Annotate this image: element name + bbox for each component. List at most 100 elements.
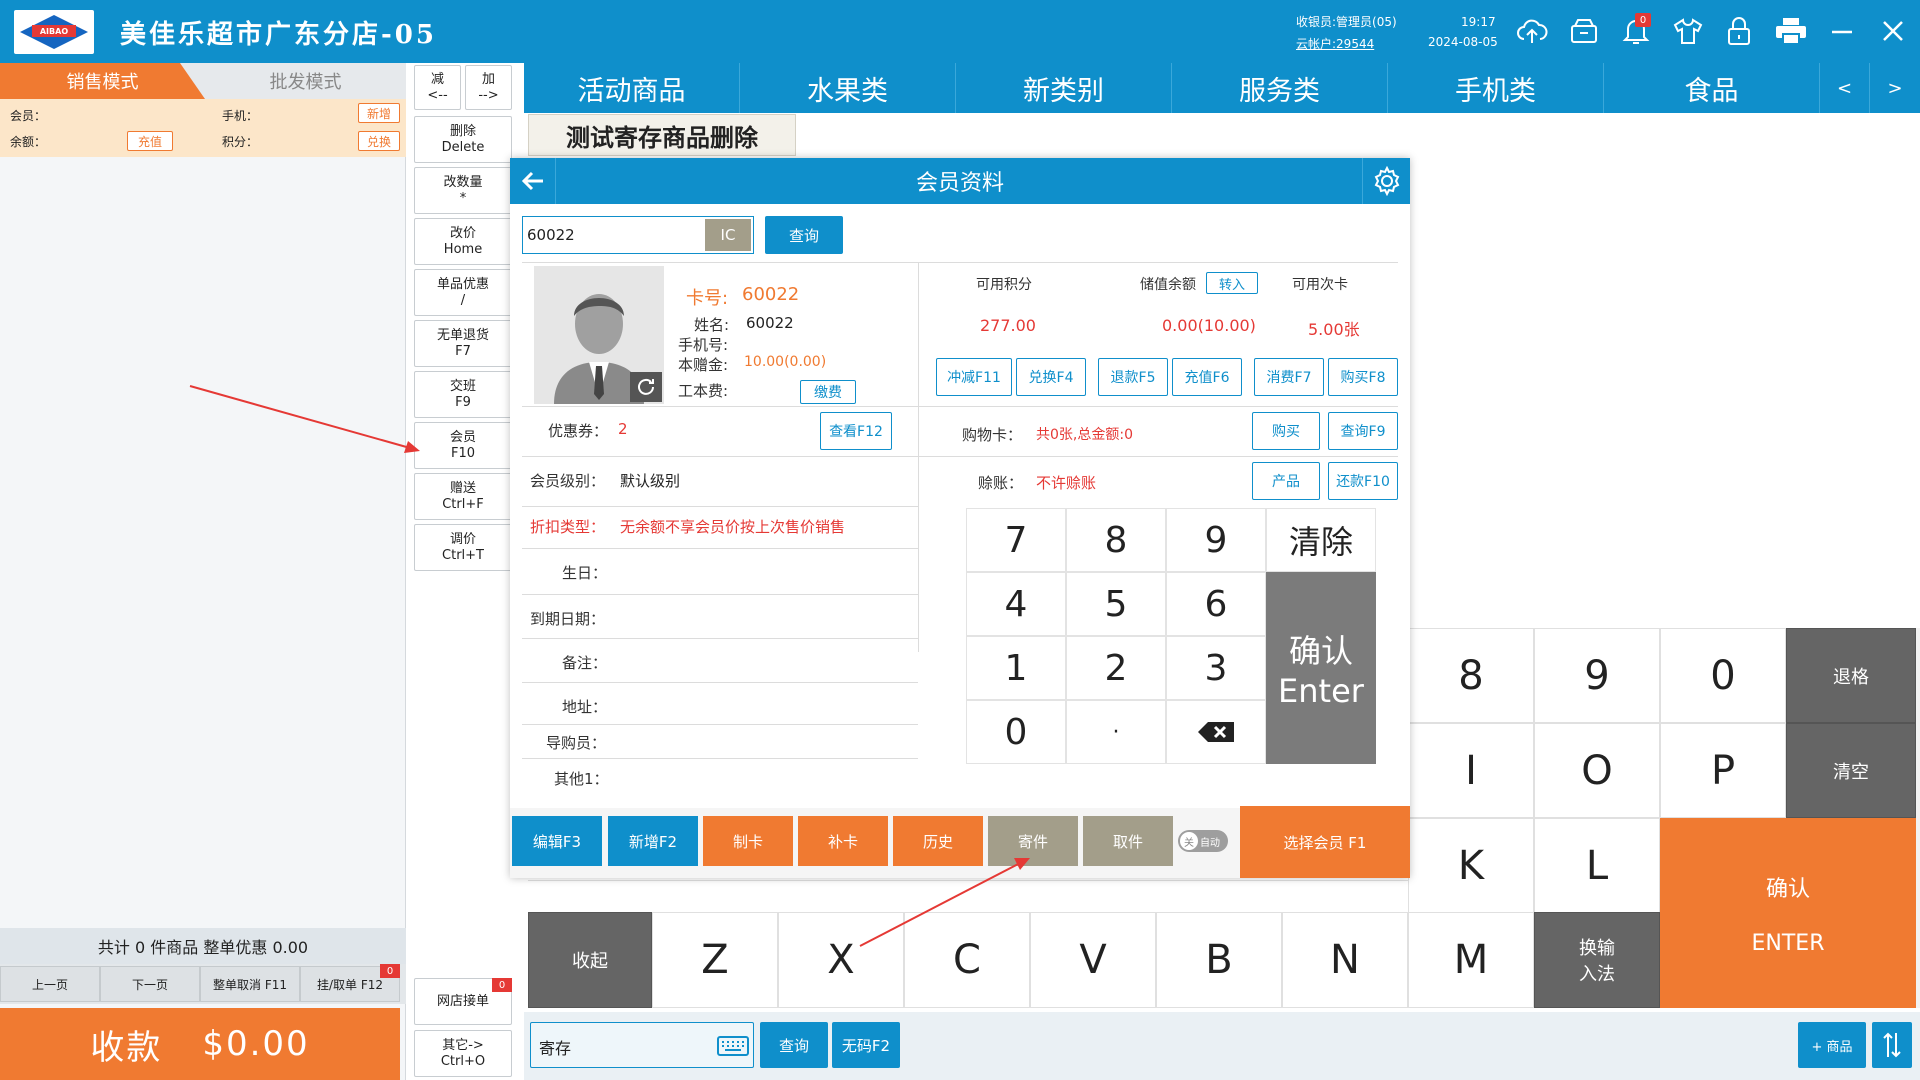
refund-button[interactable]: 退款F5 [1098, 358, 1168, 396]
numpad-backspace[interactable] [1166, 700, 1266, 764]
key-k[interactable]: K [1408, 818, 1534, 913]
numpad-clear[interactable]: 清除 [1266, 508, 1376, 572]
no-barcode-button[interactable]: 无码F2 [832, 1022, 900, 1068]
cloud-upload-icon[interactable] [1513, 12, 1551, 50]
view-coupons-button[interactable]: 查看F12 [820, 412, 892, 450]
backspace-key[interactable]: 退格 [1786, 628, 1916, 723]
adjust-price-button[interactable]: 调价 Ctrl+T [414, 524, 512, 571]
sort-toggle-button[interactable] [1872, 1022, 1912, 1068]
key-o[interactable]: O [1534, 723, 1660, 818]
reissue-card-button[interactable]: 补卡 [798, 816, 888, 866]
category-next-button[interactable]: > [1870, 63, 1920, 113]
category-tab[interactable]: 新类别 [956, 63, 1172, 113]
query-card-button[interactable]: 查询F9 [1328, 412, 1398, 450]
deduct-button[interactable]: 冲减F11 [936, 358, 1012, 396]
numpad-5[interactable]: 5 [1066, 572, 1166, 636]
decrease-button[interactable]: 减 <-- [414, 65, 461, 110]
key-n[interactable]: N [1282, 912, 1408, 1008]
auto-toggle[interactable]: 关 自动 [1178, 830, 1228, 852]
shift-change-button[interactable]: 交班 F9 [414, 371, 512, 418]
key-m[interactable]: M [1408, 912, 1534, 1008]
item-discount-button[interactable]: 单品优惠 / [414, 269, 512, 316]
buy-card-button[interactable]: 购买 [1252, 412, 1320, 450]
numpad-4[interactable]: 4 [966, 572, 1066, 636]
refresh-avatar-button[interactable] [630, 372, 662, 402]
change-price-button[interactable]: 改价 Home [414, 218, 512, 265]
category-tab[interactable]: 活动商品 [524, 63, 740, 113]
dialog-settings-button[interactable] [1362, 158, 1410, 204]
tab-sale-mode[interactable]: 销售模式 [0, 63, 205, 99]
keyboard-icon[interactable] [717, 1036, 749, 1056]
cancel-order-button[interactable]: 整单取消 F11 [200, 966, 300, 1002]
consume-button[interactable]: 消费F7 [1254, 358, 1324, 396]
repay-button[interactable]: 还款F10 [1328, 462, 1398, 500]
other-functions-button[interactable]: 其它-> Ctrl+O [414, 1030, 512, 1077]
member-search-input[interactable]: 60022 IC [522, 216, 754, 254]
change-quantity-button[interactable]: 改数量 * [414, 167, 512, 214]
member-button[interactable]: 会员 F10 [414, 422, 512, 469]
prev-page-button[interactable]: 上一页 [0, 966, 100, 1002]
numpad-2[interactable]: 2 [1066, 636, 1166, 700]
topup-button[interactable]: 充值F6 [1172, 358, 1242, 396]
return-without-receipt-button[interactable]: 无单退货 F7 [414, 320, 512, 367]
numpad-3[interactable]: 3 [1166, 636, 1266, 700]
key-z[interactable]: Z [652, 912, 778, 1008]
pickup-item-button[interactable]: 取件 [1083, 816, 1173, 866]
pay-button[interactable]: 收款 $0.00 [0, 1008, 400, 1080]
pay-fee-button[interactable]: 缴费 [800, 380, 856, 404]
product-tile[interactable]: 测试寄存商品删除 [528, 114, 796, 156]
close-icon[interactable] [1874, 12, 1912, 50]
deposit-item-button[interactable]: 寄件 [988, 816, 1078, 866]
category-tab[interactable]: 手机类 [1388, 63, 1604, 113]
select-member-button[interactable]: 选择会员 F1 [1240, 806, 1410, 878]
key-9[interactable]: 9 [1534, 628, 1660, 723]
product-button[interactable]: 产品 [1252, 462, 1320, 500]
edit-member-button[interactable]: 编辑F3 [512, 816, 602, 866]
member-query-button[interactable]: 查询 [765, 216, 843, 254]
history-button[interactable]: 历史 [893, 816, 983, 866]
key-l[interactable]: L [1534, 818, 1660, 913]
lock-icon[interactable] [1720, 12, 1758, 50]
category-prev-button[interactable]: < [1820, 63, 1870, 113]
gift-button[interactable]: 赠送 Ctrl+F [414, 473, 512, 520]
key-i[interactable]: I [1408, 723, 1534, 818]
shirt-icon[interactable] [1669, 12, 1707, 50]
cloud-account-link[interactable]: 云帐户:29544 [1296, 35, 1374, 52]
bottom-query-button[interactable]: 查询 [760, 1022, 828, 1068]
redeem-button[interactable]: 兑换 [358, 131, 400, 151]
category-tab[interactable]: 服务类 [1172, 63, 1388, 113]
clear-all-key[interactable]: 清空 [1786, 723, 1916, 818]
make-card-button[interactable]: 制卡 [703, 816, 793, 866]
transfer-in-button[interactable]: 转入 [1206, 272, 1258, 294]
buy-times-button[interactable]: 购买F8 [1328, 358, 1398, 396]
cash-drawer-icon[interactable] [1565, 12, 1603, 50]
next-page-button[interactable]: 下一页 [100, 966, 200, 1002]
numpad-7[interactable]: 7 [966, 508, 1066, 572]
minimize-icon[interactable] [1823, 12, 1861, 50]
keyboard-enter-key[interactable]: 确认 ENTER [1660, 818, 1916, 1008]
category-tab[interactable]: 食品 [1604, 63, 1820, 113]
key-x[interactable]: X [778, 912, 904, 1008]
barcode-search-input[interactable]: 寄存 [530, 1022, 754, 1068]
numpad-6[interactable]: 6 [1166, 572, 1266, 636]
key-p[interactable]: P [1660, 723, 1786, 818]
key-0[interactable]: 0 [1660, 628, 1786, 723]
key-c[interactable]: C [904, 912, 1030, 1008]
delete-button[interactable]: 删除 Delete [414, 116, 512, 163]
back-button[interactable] [510, 158, 556, 204]
recharge-button[interactable]: 充值 [127, 131, 173, 151]
new-member-button[interactable]: 新增F2 [608, 816, 698, 866]
increase-button[interactable]: 加 --> [465, 65, 512, 110]
numpad-enter[interactable]: 确认 Enter [1266, 572, 1376, 764]
key-8[interactable]: 8 [1408, 628, 1534, 723]
numpad-8[interactable]: 8 [1066, 508, 1166, 572]
category-tab[interactable]: 水果类 [740, 63, 956, 113]
numpad-dot[interactable]: · [1066, 700, 1166, 764]
collapse-keyboard-key[interactable]: 收起 [528, 912, 652, 1008]
add-product-button[interactable]: + 商品 [1798, 1022, 1866, 1068]
printer-icon[interactable] [1772, 12, 1810, 50]
key-v[interactable]: V [1030, 912, 1156, 1008]
numpad-0[interactable]: 0 [966, 700, 1066, 764]
numpad-1[interactable]: 1 [966, 636, 1066, 700]
numpad-9[interactable]: 9 [1166, 508, 1266, 572]
